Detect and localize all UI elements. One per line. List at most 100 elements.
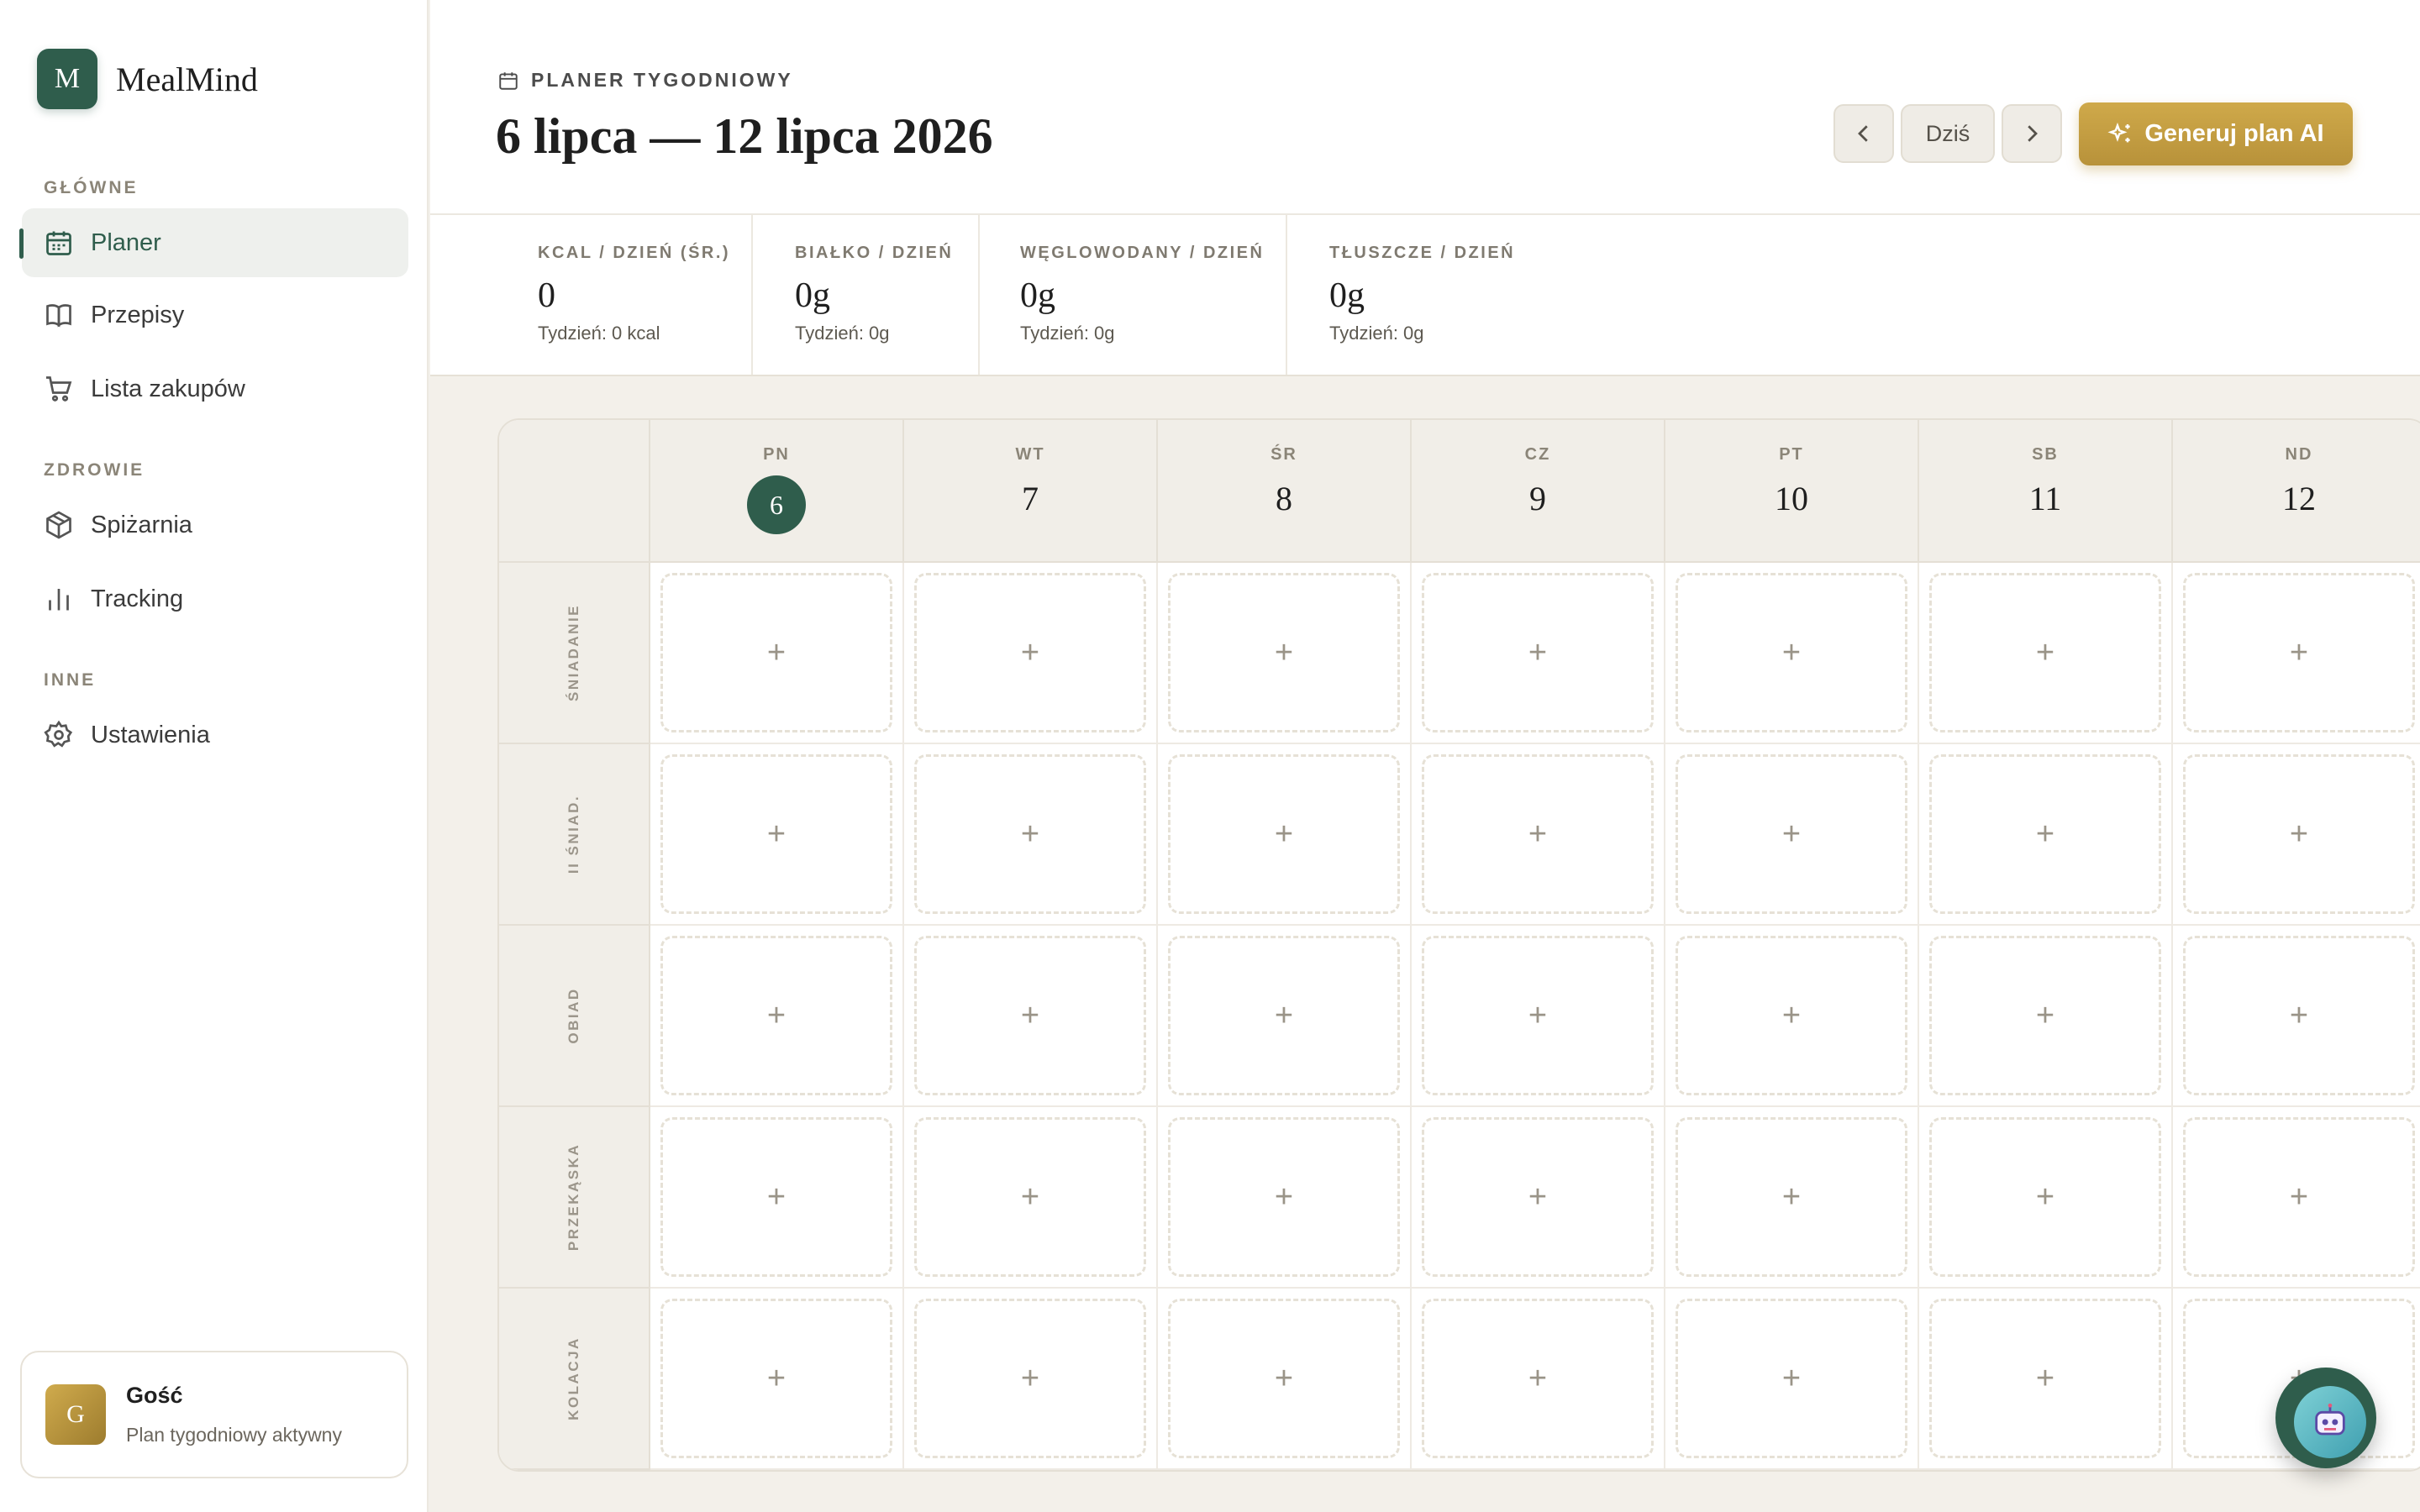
add-meal-slot[interactable]: + (1929, 936, 2161, 1095)
plus-icon: + (2035, 1360, 2055, 1396)
sidebar-item-ustawienia[interactable]: Ustawienia (22, 701, 408, 769)
book-icon (44, 300, 74, 330)
stat-sub: Tydzień: 0 kcal (538, 323, 660, 344)
plus-icon: + (2035, 816, 2055, 852)
brand-name: MealMind (116, 60, 258, 98)
day-header: CZ 9 (1412, 420, 1665, 563)
sidebar-item-spizarnia[interactable]: Spiżarnia (22, 491, 408, 559)
page-header: PLANER TYGODNIOWY 6 lipca — 12 lipca 202… (430, 0, 2420, 213)
stat-fat: TŁUSZCZE / DZIEŃ 0g Tydzień: 0g (1287, 215, 2420, 375)
add-meal-slot[interactable]: + (1676, 936, 1907, 1095)
day-header: WT 7 (904, 420, 1158, 563)
sidebar-item-label: Lista zakupów (91, 375, 245, 402)
meal-cell: + (1158, 1289, 1412, 1470)
day-header: SB 11 (1919, 420, 2173, 563)
avatar: G (45, 1384, 106, 1445)
today-button[interactable]: Dziś (1901, 104, 1995, 163)
generate-ai-plan-label: Generuj plan AI (2144, 120, 2324, 147)
add-meal-slot[interactable]: + (914, 1117, 1146, 1277)
add-meal-slot[interactable]: + (1929, 1299, 2161, 1458)
sidebar-item-tracking[interactable]: Tracking (22, 564, 408, 633)
chevron-left-icon (1858, 125, 1868, 142)
meal-cell: + (904, 926, 1158, 1107)
meal-cell: + (1919, 744, 2173, 926)
add-meal-slot[interactable]: + (914, 936, 1146, 1095)
meal-cell: + (1665, 744, 1919, 926)
plus-icon: + (766, 634, 786, 670)
add-meal-slot[interactable]: + (1676, 573, 1907, 732)
sidebar-item-lista-zakupow[interactable]: Lista zakupów (22, 354, 408, 423)
add-meal-slot[interactable]: + (660, 754, 892, 914)
add-meal-slot[interactable]: + (1676, 1117, 1907, 1277)
add-meal-slot[interactable]: + (1422, 936, 1654, 1095)
add-meal-slot[interactable]: + (1676, 754, 1907, 914)
meal-cell: + (904, 744, 1158, 926)
day-name: PT (1779, 445, 1804, 464)
meal-cell: + (1412, 926, 1665, 1107)
ai-assistant-button[interactable] (2275, 1368, 2376, 1468)
add-meal-slot[interactable]: + (1422, 754, 1654, 914)
day-number: 11 (2028, 480, 2062, 517)
meal-cell: + (2173, 563, 2420, 744)
nav-section-main: GŁÓWNE (44, 178, 139, 197)
add-meal-slot[interactable]: + (2183, 936, 2415, 1095)
sparkles-icon (2107, 122, 2131, 142)
sidebar: M MealMind GŁÓWNE Planer Przepisy Lista … (0, 0, 429, 1512)
add-meal-slot[interactable]: + (1168, 573, 1400, 732)
add-meal-slot[interactable]: + (660, 1299, 892, 1458)
user-status: Plan tygodniowy aktywny (126, 1424, 342, 1446)
stat-value: 0g (795, 276, 830, 315)
stat-label: TŁUSZCZE / DZIEŃ (1329, 244, 1516, 262)
meal-cell: + (904, 1107, 1158, 1289)
prev-week-button[interactable] (1833, 104, 1894, 163)
plus-icon: + (766, 1179, 786, 1215)
plus-icon: + (1781, 1179, 1802, 1215)
generate-ai-plan-button[interactable]: Generuj plan AI (2079, 102, 2353, 165)
day-header: ŚR 8 (1158, 420, 1412, 563)
meal-cell: + (2173, 744, 2420, 926)
sidebar-item-przepisy[interactable]: Przepisy (22, 281, 408, 349)
chevron-right-icon (2028, 125, 2038, 142)
meal-row-label: ŚNIADANIE (499, 563, 650, 744)
plus-icon: + (1528, 816, 1548, 852)
meal-label: II ŚNIAD. (566, 794, 581, 874)
add-meal-slot[interactable]: + (660, 936, 892, 1095)
sidebar-item-planer[interactable]: Planer (19, 208, 408, 277)
add-meal-slot[interactable]: + (1422, 1299, 1654, 1458)
add-meal-slot[interactable]: + (2183, 573, 2415, 732)
meal-cell: + (650, 926, 904, 1107)
add-meal-slot[interactable]: + (914, 1299, 1146, 1458)
user-card[interactable]: G Gość Plan tygodniowy aktywny (20, 1351, 408, 1478)
add-meal-slot[interactable]: + (2183, 754, 2415, 914)
add-meal-slot[interactable]: + (1422, 573, 1654, 732)
add-meal-slot[interactable]: + (1422, 1117, 1654, 1277)
box-icon (44, 510, 74, 540)
add-meal-slot[interactable]: + (1168, 1117, 1400, 1277)
add-meal-slot[interactable]: + (2183, 1117, 2415, 1277)
add-meal-slot[interactable]: + (914, 573, 1146, 732)
add-meal-slot[interactable]: + (914, 754, 1146, 914)
add-meal-slot[interactable]: + (1929, 1117, 2161, 1277)
add-meal-slot[interactable]: + (660, 1117, 892, 1277)
meal-cell: + (1412, 1289, 1665, 1470)
brand-logo: M (37, 49, 97, 109)
next-week-button[interactable] (2002, 104, 2062, 163)
add-meal-slot[interactable]: + (1168, 1299, 1400, 1458)
add-meal-slot[interactable]: + (660, 573, 892, 732)
plus-icon: + (2035, 997, 2055, 1033)
meal-label: KOLACJA (566, 1336, 581, 1420)
plus-icon: + (2035, 1179, 2055, 1215)
meal-cell: + (2173, 1107, 2420, 1289)
add-meal-slot[interactable]: + (1168, 936, 1400, 1095)
plus-icon: + (1020, 634, 1040, 670)
day-number: 10 (1775, 480, 1808, 517)
plus-icon: + (2289, 634, 2309, 670)
day-header: PN 6 (650, 420, 904, 563)
add-meal-slot[interactable]: + (1168, 754, 1400, 914)
add-meal-slot[interactable]: + (1676, 1299, 1907, 1458)
add-meal-slot[interactable]: + (1929, 754, 2161, 914)
add-meal-slot[interactable]: + (1929, 573, 2161, 732)
meal-row-label: PRZEKĄSKA (499, 1107, 650, 1289)
brand[interactable]: M MealMind (37, 49, 258, 109)
robot-icon (2294, 1386, 2366, 1458)
